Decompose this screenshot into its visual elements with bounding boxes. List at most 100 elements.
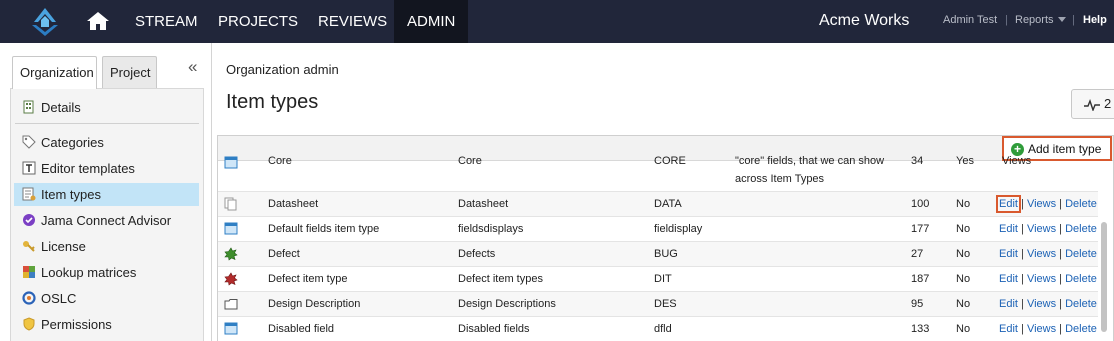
main-content: Organization admin Item types 2 + Add it… [213,43,1114,341]
edit-link[interactable]: Edit [999,323,1018,335]
page-title: Item types [226,91,319,113]
menu-item-label: License [41,239,86,254]
views-link[interactable]: Views [1002,149,1031,173]
views-link[interactable]: Views [1027,273,1056,285]
breadcrumb[interactable]: Organization admin [226,62,339,77]
bug-icon [224,247,238,261]
window-icon [224,156,238,169]
menu-item-permissions[interactable]: Permissions [14,313,199,336]
table-row[interactable]: Core Core CORE "core" fields, that we ca… [218,155,1098,192]
item-type-key: fieldisplay [654,223,703,235]
menu-item-label: Permissions [41,317,112,332]
item-type-count: 27 [911,248,924,260]
nav-separator: | [1072,14,1075,26]
table-scrollbar[interactable] [1101,222,1107,332]
menu-item-label: Details [41,100,81,115]
link-separator: | [1021,223,1024,235]
views-link[interactable]: Views [1027,248,1056,260]
nav-reviews[interactable]: REVIEWS [305,0,400,43]
views-link[interactable]: Views [1027,223,1056,235]
menu-item-license[interactable]: License [14,235,199,258]
collapse-panel-icon[interactable]: « [188,57,197,77]
link-separator: | [1059,223,1063,235]
row-actions: Edit | Views | Delete [999,267,1097,291]
left-panel: Organization Project « Details Categorie… [0,43,212,341]
advisor-icon [23,214,35,226]
menu-item-categories[interactable]: Categories [14,131,199,154]
organization-name: Acme Works [819,12,910,29]
table-row[interactable]: Disabled field Disabled fields dfld 133 … [218,317,1098,341]
chevron-down-icon[interactable] [1058,17,1066,23]
matrix-icon [23,266,35,278]
tab-project[interactable]: Project [102,56,157,88]
menu-item-label: Item types [41,187,101,202]
item-type-name: Datasheet [268,198,319,210]
edit-link[interactable]: Edit [999,223,1018,235]
menu-item-editor-templates[interactable]: Editor templates [14,157,199,180]
table-row[interactable]: Datasheet Datasheet DATA 100 No Edit | V… [218,192,1098,217]
menu-item-label: OSLC [41,291,77,306]
menu-item-oslc[interactable]: OSLC [14,287,199,310]
table-row[interactable]: Default fields item type fieldsdisplays … [218,217,1098,242]
item-types-icon [22,187,36,201]
delete-link[interactable]: Delete [1065,198,1097,210]
item-type-flag: No [956,323,971,335]
home-icon[interactable] [86,11,110,31]
item-type-plural: Defects [458,248,496,260]
link-separator: | [1021,273,1024,285]
item-type-plural: fieldsdisplays [458,223,524,235]
link-separator: | [1059,273,1063,285]
item-type-count: 133 [911,323,930,335]
menu-item-item-types[interactable]: Item types [14,183,199,206]
delete-link[interactable]: Delete [1065,273,1097,285]
table-row[interactable]: Defect item type Defect item types DIT 1… [218,267,1098,292]
menu-item-details[interactable]: Details [14,96,199,119]
delete-link[interactable]: Delete [1065,248,1097,260]
link-separator: | [1021,248,1024,260]
edit-link[interactable]: Edit [996,195,1021,213]
menu-item-jama-connect-advisor[interactable]: Jama Connect Advisor [14,209,199,232]
row-actions: Edit | Views | Delete [996,192,1097,216]
row-actions: Edit | Views | Delete [999,242,1097,266]
item-type-key: BUG [654,248,678,260]
views-link[interactable]: Views [1027,198,1056,210]
nav-projects[interactable]: PROJECTS [205,0,311,43]
item-type-key: DIT [654,273,672,285]
link-separator: | [1021,198,1024,210]
nav-admin[interactable]: ADMIN [394,0,469,43]
tab-organization[interactable]: Organization [12,56,97,89]
views-link[interactable]: Views [1027,298,1056,310]
datasheet-icon [224,197,237,211]
item-types-table: + Add item type Core Core CORE "core" fi… [217,135,1114,341]
delete-link[interactable]: Delete [1065,223,1097,235]
edit-link[interactable]: Edit [999,273,1018,285]
item-type-plural: Design Descriptions [458,298,556,310]
delete-link[interactable]: Delete [1065,323,1097,335]
nav-separator: | [1005,14,1008,26]
admin-menu: Details Categories Editor templates Item… [10,88,204,341]
item-type-flag: No [956,273,971,285]
delete-link[interactable]: Delete [1065,298,1097,310]
table-row[interactable]: Defect Defects BUG 27 No Edit | Views | … [218,242,1098,267]
item-type-key: DATA [654,198,682,210]
reports-menu[interactable]: Reports [1015,0,1054,41]
edit-link[interactable]: Edit [999,248,1018,260]
item-type-name: Core [268,155,292,167]
help-link[interactable]: Help [1083,0,1107,41]
user-menu[interactable]: Admin Test [943,0,997,41]
jama-logo-icon[interactable] [26,6,64,38]
nav-stream[interactable]: STREAM [122,0,211,43]
row-actions: Edit | Views | Delete [999,317,1097,341]
add-item-type-label: Add item type [1028,142,1102,156]
table-row[interactable]: Design Description Design Descriptions D… [218,292,1098,317]
activity-count: 2 [1104,96,1112,111]
bug-icon [224,272,238,286]
menu-item-lookup-matrices[interactable]: Lookup matrices [14,261,199,284]
edit-link[interactable]: Edit [999,298,1018,310]
activity-stream-button[interactable]: 2 [1071,89,1114,119]
item-type-key: dfld [654,323,672,335]
link-separator: | [1059,298,1063,310]
item-type-flag: No [956,198,971,210]
pulse-icon [1084,99,1100,111]
views-link[interactable]: Views [1027,323,1056,335]
